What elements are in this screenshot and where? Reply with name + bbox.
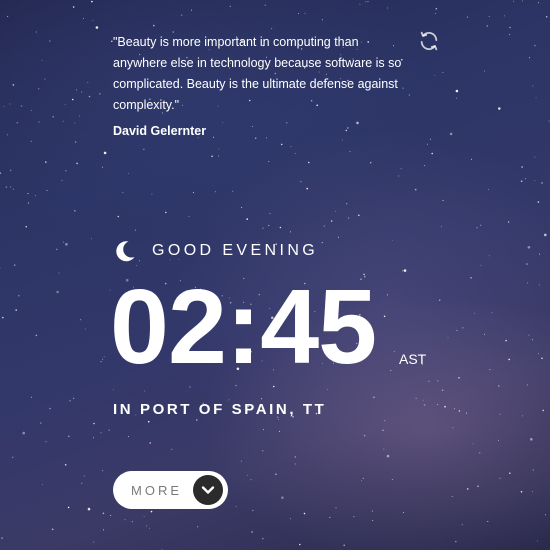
quote-author: David Gelernter (113, 124, 207, 138)
timezone-label: AST (399, 351, 427, 367)
greeting-text: GOOD EVENING (152, 242, 319, 259)
quote-block: "Beauty is more important in computing t… (113, 32, 405, 138)
moon-icon (113, 239, 137, 263)
location-text[interactable]: IN PORT OF SPAIN, TT (113, 401, 326, 418)
refresh-icon[interactable] (418, 30, 440, 52)
greeting-row: GOOD EVENING (113, 238, 318, 264)
clock-time: 02:45 (110, 268, 377, 386)
quote-text: "Beauty is more important in computing t… (113, 35, 402, 112)
chevron-down-icon (193, 475, 223, 505)
more-button[interactable]: MORE (113, 471, 228, 509)
more-button-label: MORE (131, 483, 182, 498)
